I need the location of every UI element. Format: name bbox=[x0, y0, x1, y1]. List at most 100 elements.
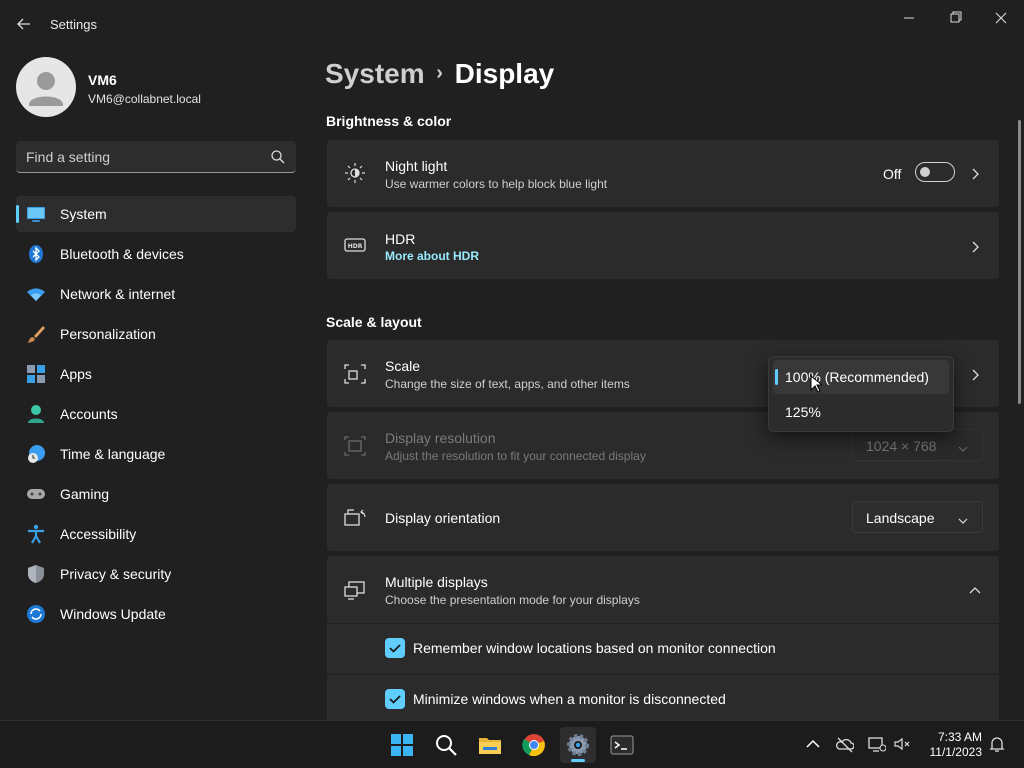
search-box[interactable] bbox=[16, 141, 296, 173]
page-title: Display bbox=[454, 58, 555, 89]
settings-button[interactable] bbox=[560, 727, 596, 763]
hdr-link[interactable]: More about HDR bbox=[385, 249, 479, 263]
night-light-title: Night light bbox=[385, 158, 448, 174]
notification-bell-icon[interactable] bbox=[988, 735, 1006, 753]
sidebar-item-label: Network & internet bbox=[60, 286, 176, 302]
clock-date: 11/1/2023 bbox=[929, 745, 983, 759]
chevron-up-icon[interactable] bbox=[969, 584, 981, 596]
sidebar-item-label: Privacy & security bbox=[60, 566, 172, 582]
display-resolution-title: Display resolution bbox=[385, 430, 496, 446]
sidebar-item-network[interactable]: Network & internet bbox=[16, 276, 296, 312]
multiple-displays-subtitle: Choose the presentation mode for your di… bbox=[385, 593, 640, 607]
chevron-down-icon bbox=[958, 513, 968, 524]
person-icon bbox=[26, 404, 46, 424]
file-explorer-icon bbox=[479, 738, 501, 754]
scrollbar[interactable] bbox=[1018, 120, 1021, 404]
minimize-button[interactable] bbox=[886, 4, 932, 32]
chevron-right-icon[interactable] bbox=[969, 167, 981, 180]
multiple-displays-icon bbox=[344, 579, 366, 601]
section-heading-scale-layout: Scale & layout bbox=[326, 314, 422, 330]
sidebar-item-label: Accounts bbox=[60, 406, 118, 422]
sidebar-item-accessibility[interactable]: Accessibility bbox=[16, 516, 296, 552]
sidebar-item-label: Bluetooth & devices bbox=[60, 246, 184, 262]
gamepad-icon bbox=[26, 484, 46, 504]
sidebar-item-gaming[interactable]: Gaming bbox=[16, 476, 296, 512]
accessibility-icon bbox=[26, 524, 46, 544]
sidebar-item-label: Apps bbox=[60, 366, 92, 382]
svg-text:HDR: HDR bbox=[348, 243, 363, 250]
chrome-icon bbox=[522, 734, 545, 757]
scale-subtitle: Change the size of text, apps, and other… bbox=[385, 377, 630, 391]
search-icon bbox=[436, 735, 457, 756]
sidebar-item-time-language[interactable]: Time & language bbox=[16, 436, 296, 472]
terminal-button[interactable] bbox=[604, 727, 640, 763]
back-arrow-icon[interactable] bbox=[12, 12, 36, 36]
display-orientation-title: Display orientation bbox=[385, 510, 501, 526]
scale-option-100[interactable]: 100% (Recommended) bbox=[773, 360, 949, 394]
file-explorer-button[interactable] bbox=[472, 727, 508, 763]
restore-button[interactable] bbox=[932, 4, 978, 32]
night-light-state: Off bbox=[883, 166, 902, 182]
network-icon[interactable] bbox=[868, 735, 887, 753]
minimize-windows-checkbox[interactable] bbox=[385, 689, 405, 709]
sidebar-item-personalization[interactable]: Personalization bbox=[16, 316, 296, 352]
clock[interactable]: 7:33 AM 11/1/2023 bbox=[912, 730, 983, 760]
display-orientation-dropdown[interactable]: Landscape bbox=[852, 501, 983, 533]
search-icon[interactable] bbox=[270, 149, 286, 165]
start-button[interactable] bbox=[384, 727, 420, 763]
minimize-windows-row: Minimize windows when a monitor is disco… bbox=[327, 675, 999, 720]
sidebar-item-label: Windows Update bbox=[60, 606, 166, 622]
shield-icon bbox=[26, 564, 46, 584]
chevron-up-icon[interactable] bbox=[804, 735, 822, 753]
remember-window-locations-row: Remember window locations based on monit… bbox=[327, 624, 999, 674]
night-light-card[interactable]: Night light Use warmer colors to help bl… bbox=[327, 140, 999, 207]
sidebar-item-label: System bbox=[60, 206, 107, 222]
sidebar-item-label: Time & language bbox=[60, 446, 166, 462]
taskbar-search-button[interactable] bbox=[428, 727, 464, 763]
sidebar-item-windows-update[interactable]: Windows Update bbox=[16, 596, 296, 632]
chevron-right-icon[interactable] bbox=[969, 240, 981, 253]
chevron-down-icon bbox=[958, 441, 968, 452]
scale-icon bbox=[344, 363, 366, 385]
window-title: Settings bbox=[50, 17, 97, 32]
sidebar-item-apps[interactable]: Apps bbox=[16, 356, 296, 392]
sidebar-item-system[interactable]: System bbox=[16, 196, 296, 232]
orientation-icon bbox=[344, 507, 366, 529]
sidebar-item-privacy[interactable]: Privacy & security bbox=[16, 556, 296, 592]
display-orientation-card: Display orientation Landscape bbox=[327, 484, 999, 551]
remember-window-locations-checkbox[interactable] bbox=[385, 638, 405, 658]
minimize-windows-label: Minimize windows when a monitor is disco… bbox=[413, 691, 726, 707]
night-light-subtitle: Use warmer colors to help block blue lig… bbox=[385, 177, 608, 191]
night-light-icon bbox=[344, 162, 366, 184]
person-icon bbox=[29, 72, 63, 106]
hdr-card[interactable]: HDR HDR More about HDR bbox=[327, 212, 999, 279]
bluetooth-icon bbox=[26, 244, 46, 264]
hdr-title: HDR bbox=[385, 231, 416, 247]
apps-icon bbox=[26, 364, 46, 384]
onedrive-icon[interactable] bbox=[836, 735, 855, 753]
monitor-icon bbox=[26, 204, 46, 224]
search-input[interactable] bbox=[16, 141, 266, 172]
breadcrumb-parent[interactable]: System bbox=[325, 58, 425, 89]
display-resolution-dropdown: 1024 × 768 bbox=[852, 429, 983, 461]
multiple-displays-card[interactable]: Multiple displays Choose the presentatio… bbox=[327, 556, 999, 623]
display-resolution-value: 1024 × 768 bbox=[866, 438, 937, 454]
hdr-icon: HDR bbox=[344, 234, 366, 256]
scale-option-label: 125% bbox=[785, 404, 821, 420]
sidebar-item-bluetooth[interactable]: Bluetooth & devices bbox=[16, 236, 296, 272]
night-light-toggle[interactable] bbox=[915, 162, 955, 182]
scale-option-125[interactable]: 125% bbox=[773, 395, 949, 429]
mouse-cursor-icon bbox=[810, 374, 824, 393]
volume-muted-icon[interactable] bbox=[893, 735, 911, 753]
sidebar-item-accounts[interactable]: Accounts bbox=[16, 396, 296, 432]
chrome-button[interactable] bbox=[516, 727, 552, 763]
wifi-icon bbox=[26, 284, 46, 304]
display-orientation-value: Landscape bbox=[866, 510, 935, 526]
chevron-right-icon: › bbox=[436, 62, 443, 84]
display-resolution-subtitle: Adjust the resolution to fit your connec… bbox=[385, 449, 646, 463]
avatar[interactable] bbox=[16, 57, 76, 117]
close-button[interactable] bbox=[978, 4, 1024, 32]
user-name: VM6 bbox=[88, 72, 117, 88]
scale-title: Scale bbox=[385, 358, 421, 374]
chevron-right-icon[interactable] bbox=[969, 368, 981, 381]
